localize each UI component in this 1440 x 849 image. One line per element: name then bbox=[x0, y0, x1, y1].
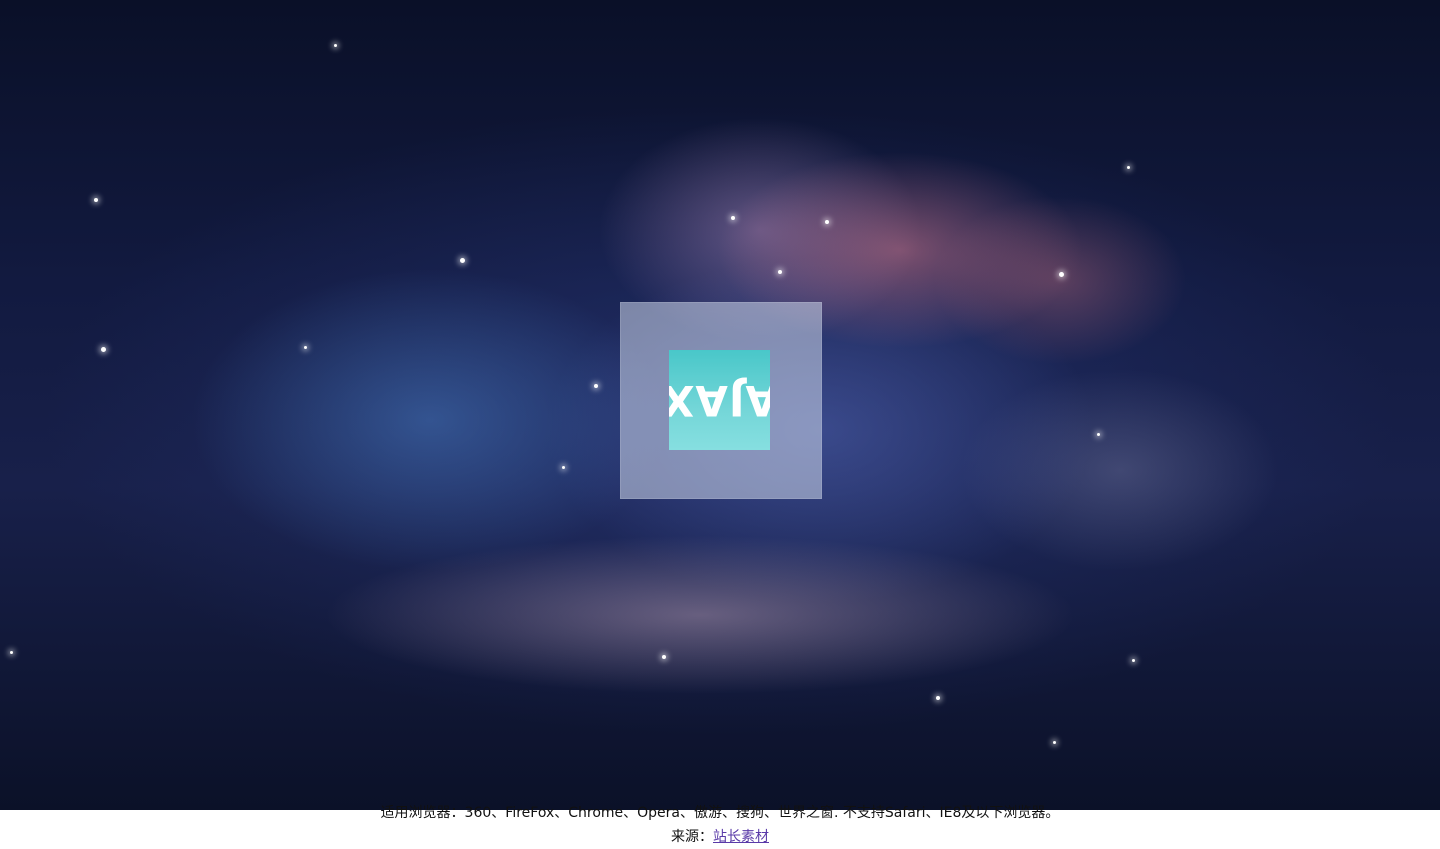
star bbox=[562, 466, 565, 469]
star bbox=[460, 258, 465, 263]
footer: 适用浏览器：360、FireFox、Chrome、Opera、傲游、搜狗、世界之… bbox=[0, 805, 1440, 849]
star bbox=[304, 346, 307, 349]
star bbox=[778, 270, 782, 274]
star bbox=[1132, 659, 1135, 662]
star bbox=[101, 347, 106, 352]
star bbox=[731, 216, 735, 220]
star bbox=[334, 44, 337, 47]
star bbox=[10, 651, 13, 654]
star bbox=[825, 220, 829, 224]
source-link[interactable]: 站长素材 bbox=[713, 829, 769, 845]
source-line: 来源：站长素材 bbox=[0, 828, 1440, 846]
ajax-logo[interactable]: AJAX bbox=[669, 350, 770, 450]
star bbox=[1127, 166, 1130, 169]
star bbox=[1059, 272, 1064, 277]
star bbox=[94, 198, 98, 202]
star bbox=[594, 384, 598, 388]
star bbox=[1053, 741, 1056, 744]
star bbox=[936, 696, 940, 700]
source-label: 来源： bbox=[671, 829, 713, 845]
logo-text: AJAX bbox=[669, 376, 770, 425]
space-background: AJAX bbox=[0, 0, 1440, 810]
star bbox=[662, 655, 666, 659]
browser-support-text: 适用浏览器：360、FireFox、Chrome、Opera、傲游、搜狗、世界之… bbox=[380, 805, 1060, 821]
logo-panel: AJAX bbox=[620, 302, 822, 499]
star bbox=[1097, 433, 1100, 436]
